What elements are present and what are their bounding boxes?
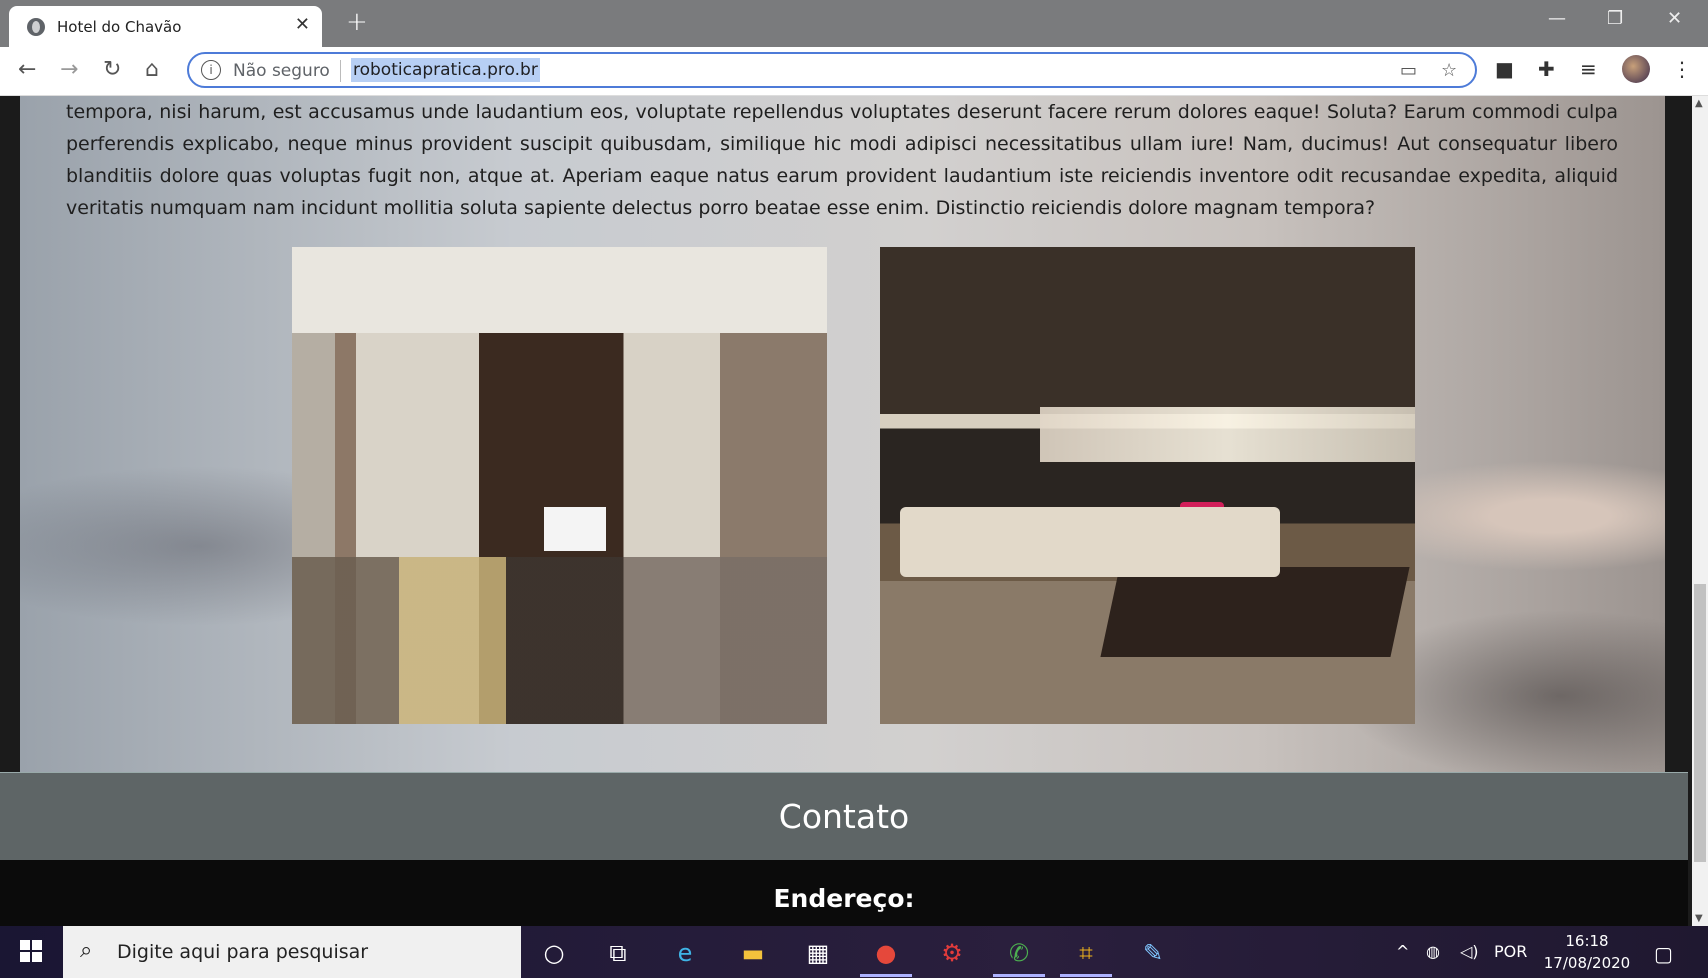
chrome-icon[interactable]: ● [868, 935, 904, 971]
address-bar[interactable]: i Não seguro roboticapratica.pro.br ▭ ☆ [187, 52, 1477, 88]
clock-time: 16:18 [1565, 932, 1609, 950]
page-viewport: tempora, nisi harum, est accusamus unde … [0, 96, 1692, 926]
tab-strip: Hotel do Chavão ✕ + — ❐ ✕ [0, 0, 1708, 47]
tab-title: Hotel do Chavão [57, 18, 182, 36]
menu-kebab-icon[interactable]: ⋮ [1672, 57, 1692, 81]
forward-icon[interactable]: → [60, 57, 78, 82]
media-control-icon[interactable]: ≡ [1580, 57, 1597, 81]
tray-chevron-icon[interactable]: ^ [1396, 942, 1409, 961]
home-icon[interactable]: ⌂ [145, 57, 159, 82]
windows-start-icon[interactable] [20, 940, 42, 962]
store-icon[interactable]: ▦ [800, 935, 836, 971]
taskbar-search-box[interactable]: ⌕ Digite aqui para pesquisar [63, 926, 521, 978]
snip-tool-icon[interactable]: ⌗ [1068, 935, 1104, 971]
close-tab-icon[interactable]: ✕ [295, 14, 310, 35]
restore-icon[interactable]: ❐ [1607, 8, 1623, 29]
lorem-paragraph: tempora, nisi harum, est accusamus unde … [66, 101, 1618, 219]
lounge-photo [880, 247, 1415, 724]
globe-icon [27, 18, 45, 36]
search-placeholder: Digite aqui para pesquisar [117, 941, 369, 963]
edge-icon[interactable]: e [667, 935, 703, 971]
lobby-photo-tv [544, 507, 606, 551]
scroll-down-icon[interactable]: ▼ [1695, 913, 1703, 924]
close-window-icon[interactable]: ✕ [1667, 8, 1682, 29]
minimize-icon[interactable]: — [1548, 8, 1566, 29]
cortana-icon[interactable]: ○ [536, 935, 572, 971]
lobby-photo [292, 247, 827, 724]
paint-icon[interactable]: ✎ [1135, 935, 1171, 971]
omnibox-separator [340, 60, 341, 82]
page-scrollbar[interactable]: ▲ ▼ [1692, 96, 1708, 926]
contact-section: Contato [0, 772, 1688, 861]
lounge-photo-cushion [1180, 502, 1224, 528]
puzzle-extensions-icon[interactable]: ✚ [1538, 57, 1555, 81]
browser-tab[interactable]: Hotel do Chavão ✕ [9, 6, 322, 47]
scroll-up-icon[interactable]: ▲ [1695, 98, 1703, 109]
whatsapp-active-indicator [993, 974, 1045, 977]
profile-avatar[interactable] [1622, 55, 1650, 83]
file-explorer-icon[interactable]: ▬ [735, 935, 771, 971]
info-icon[interactable]: i [201, 60, 221, 80]
volume-icon[interactable]: ◁) [1460, 942, 1479, 961]
lounge-photo-table [1100, 567, 1410, 657]
network-icon[interactable]: ◍ [1426, 942, 1440, 961]
hero-background-section: tempora, nisi harum, est accusamus unde … [20, 96, 1665, 772]
back-icon[interactable]: ← [18, 57, 36, 82]
footer: Endereço: [0, 860, 1688, 926]
address-label: Endereço: [773, 884, 915, 913]
extension-icon[interactable]: ■ [1495, 57, 1514, 81]
snip-active-indicator [1060, 974, 1112, 977]
search-icon: ⌕ [80, 938, 93, 963]
app-gear-icon[interactable]: ⚙ [934, 935, 970, 971]
browser-toolbar: ← → ↻ ⌂ i Não seguro roboticapratica.pro… [0, 47, 1708, 96]
clock-date: 17/08/2020 [1543, 954, 1631, 972]
windows-taskbar: ⌕ Digite aqui para pesquisar ○ ⧉ e ▬ ▦ ●… [0, 926, 1708, 978]
new-tab-button[interactable]: + [346, 7, 368, 37]
security-label[interactable]: Não seguro [233, 61, 330, 81]
scrollbar-thumb[interactable] [1694, 584, 1706, 862]
cast-icon[interactable]: ▭ [1400, 60, 1417, 81]
taskbar-clock[interactable]: 16:18 17/08/2020 [1537, 930, 1637, 974]
contact-heading: Contato [778, 797, 910, 836]
task-view-icon[interactable]: ⧉ [600, 935, 636, 971]
notification-icon[interactable]: ▢ [1654, 942, 1673, 966]
reload-icon[interactable]: ↻ [103, 57, 121, 82]
language-indicator[interactable]: POR [1494, 942, 1527, 961]
bookmark-star-icon[interactable]: ☆ [1441, 60, 1457, 81]
chrome-active-indicator [860, 974, 912, 977]
whatsapp-icon[interactable]: ✆ [1001, 935, 1037, 971]
url-text[interactable]: roboticapratica.pro.br [351, 58, 540, 82]
